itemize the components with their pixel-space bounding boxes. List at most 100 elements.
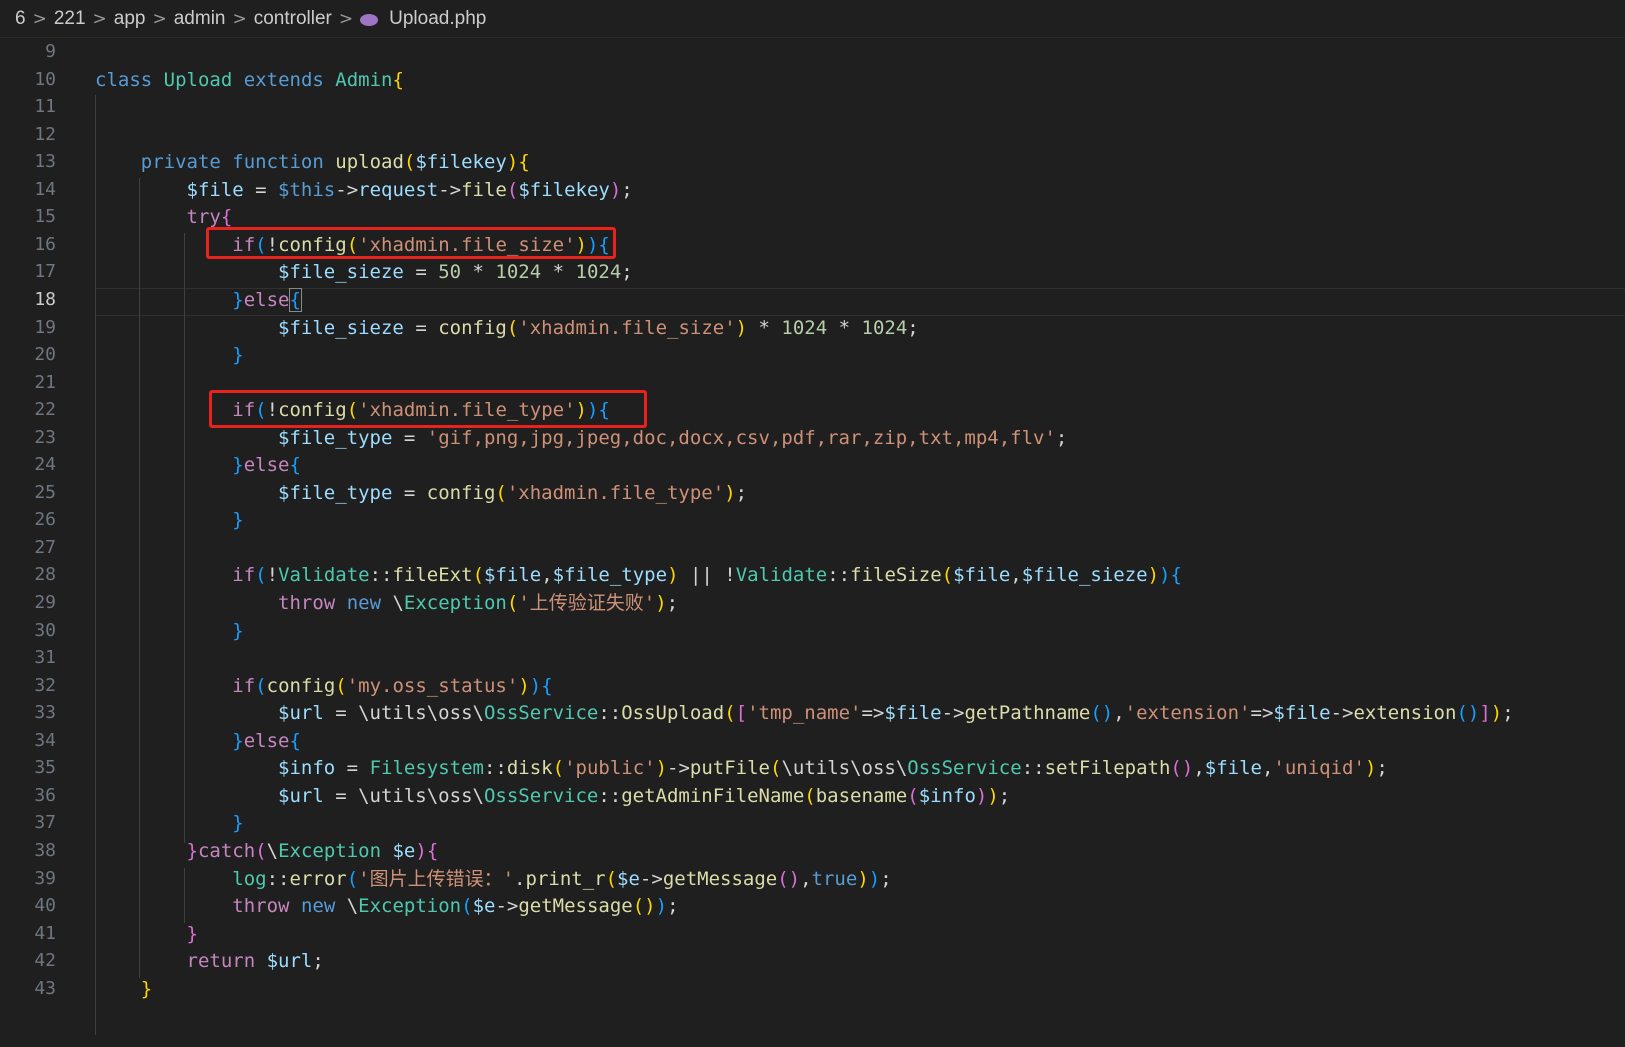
- chevron-right-icon: >: [338, 8, 354, 29]
- code-text[interactable]: if(config('my.oss_status')){: [95, 672, 552, 700]
- code-line[interactable]: 34 }else{: [0, 727, 1625, 755]
- code-token: else: [243, 288, 290, 311]
- code-token: ;: [1502, 702, 1514, 725]
- code-line[interactable]: 20 }: [0, 341, 1625, 369]
- code-token: OssService: [907, 757, 1022, 780]
- code-text[interactable]: }: [95, 341, 243, 369]
- code-token: ::: [266, 867, 290, 890]
- code-line[interactable]: 28 if(!Validate::fileExt($file,$file_typ…: [0, 561, 1625, 589]
- code-line[interactable]: 37 }: [0, 809, 1625, 837]
- code-line[interactable]: 9: [0, 38, 1625, 66]
- code-token: try: [186, 206, 221, 229]
- breadcrumb-item-0[interactable]: 6: [15, 8, 26, 30]
- code-token: (): [632, 895, 656, 918]
- code-text[interactable]: $url = \utils\oss\OssService::getAdminFi…: [95, 782, 1010, 810]
- code-line[interactable]: 24 }else{: [0, 451, 1625, 479]
- code-line[interactable]: 10 class Upload extends Admin{: [0, 66, 1625, 94]
- code-text[interactable]: if(!Validate::fileExt($file,$file_type) …: [95, 561, 1182, 589]
- code-line[interactable]: 27: [0, 534, 1625, 562]
- code-token: ): [518, 674, 530, 697]
- breadcrumb-item-2[interactable]: app: [114, 8, 146, 30]
- code-text[interactable]: throw new \Exception('上传验证失败');: [95, 589, 678, 617]
- code-line[interactable]: 31: [0, 644, 1625, 672]
- code-token: 'extension': [1124, 702, 1251, 725]
- code-text[interactable]: }catch(\Exception $e){: [95, 837, 439, 865]
- code-token: {: [288, 287, 302, 312]
- code-editor[interactable]: 6 > 221 > app > admin > controller > Upl…: [0, 0, 1625, 1047]
- code-token: config: [426, 481, 496, 504]
- breadcrumb-item-4[interactable]: controller: [254, 8, 332, 30]
- code-token: $file: [1204, 757, 1262, 780]
- code-line[interactable]: 42 return $url;: [0, 947, 1625, 975]
- line-number: 26: [34, 509, 56, 531]
- breadcrumb-item-1[interactable]: 221: [54, 8, 86, 30]
- code-text[interactable]: private function upload($filekey){: [95, 148, 530, 176]
- code-token: class: [95, 68, 153, 91]
- code-line[interactable]: 33 $url = \utils\oss\OssService::OssUplo…: [0, 699, 1625, 727]
- code-text[interactable]: }: [95, 975, 152, 1003]
- code-line[interactable]: 17 $file_sieze = 50 * 1024 * 1024;: [0, 258, 1625, 286]
- code-line[interactable]: 26 }: [0, 506, 1625, 534]
- code-text[interactable]: return $url;: [95, 947, 324, 975]
- code-line[interactable]: 43 }: [0, 975, 1625, 1003]
- code-line[interactable]: 41 }: [0, 920, 1625, 948]
- code-token: [: [735, 702, 748, 725]
- code-line[interactable]: 13 private function upload($filekey){: [0, 148, 1625, 176]
- code-token: $file: [484, 564, 542, 587]
- line-number: 14: [34, 178, 56, 200]
- code-text[interactable]: $file_sieze = config('xhadmin.file_size'…: [95, 314, 919, 342]
- code-text[interactable]: }else{: [95, 727, 301, 755]
- code-line[interactable]: 11: [0, 93, 1625, 121]
- code-token: ): [655, 757, 668, 780]
- code-token: config: [438, 316, 507, 339]
- code-token: $file: [1273, 702, 1331, 725]
- code-token: = \utils\oss\: [323, 702, 484, 725]
- code-token: ->: [495, 895, 519, 918]
- breadcrumb-item-3[interactable]: admin: [174, 8, 226, 30]
- code-text[interactable]: log::error('图片上传错误：'.print_r($e->getMess…: [95, 865, 891, 893]
- code-line[interactable]: 39 log::error('图片上传错误：'.print_r($e->getM…: [0, 865, 1625, 893]
- code-token: ;: [1055, 426, 1068, 449]
- code-line[interactable]: 38 }catch(\Exception $e){: [0, 837, 1625, 865]
- code-line[interactable]: 18 }else{: [0, 286, 1625, 314]
- code-line[interactable]: 25 $file_type = config('xhadmin.file_typ…: [0, 479, 1625, 507]
- code-token: (: [255, 839, 267, 862]
- code-text[interactable]: $file_type = config('xhadmin.file_type')…: [95, 479, 747, 507]
- code-text[interactable]: $info = Filesystem::disk('public')->putF…: [95, 754, 1388, 782]
- code-token: ): [735, 316, 748, 339]
- code-line[interactable]: 40 throw new \Exception($e->getMessage()…: [0, 892, 1625, 920]
- code-line[interactable]: 36 $url = \utils\oss\OssService::getAdmi…: [0, 782, 1625, 810]
- code-token: =: [243, 178, 279, 201]
- php-elephant-icon: [360, 13, 379, 26]
- code-line[interactable]: 19 $file_sieze = config('xhadmin.file_si…: [0, 314, 1625, 342]
- code-line[interactable]: 14 $file = $this->request->file($filekey…: [0, 176, 1625, 204]
- code-line[interactable]: 29 throw new \Exception('上传验证失败');: [0, 589, 1625, 617]
- code-line[interactable]: 30 }: [0, 617, 1625, 645]
- breadcrumb-file[interactable]: Upload.php: [389, 8, 486, 30]
- code-text[interactable]: $file = $this->request->file($filekey);: [95, 176, 633, 204]
- code-text[interactable]: }: [95, 506, 243, 534]
- code-text[interactable]: }else{: [95, 451, 301, 479]
- code-text[interactable]: $file_sieze = 50 * 1024 * 1024;: [95, 258, 633, 286]
- code-token: ->: [667, 757, 690, 780]
- code-token: 'xhadmin.file_type': [506, 481, 725, 504]
- line-number: 16: [34, 233, 56, 255]
- line-number: 36: [34, 784, 56, 806]
- code-text[interactable]: }else{: [95, 286, 302, 314]
- code-token: }: [232, 619, 244, 642]
- code-text[interactable]: }: [95, 809, 243, 837]
- code-token: ): [975, 784, 988, 807]
- code-text[interactable]: $url = \utils\oss\OssService::OssUpload(…: [95, 699, 1514, 727]
- code-token: OssService: [483, 784, 599, 807]
- code-text[interactable]: class Upload extends Admin{: [95, 66, 404, 94]
- code-text[interactable]: }: [95, 920, 198, 948]
- code-line[interactable]: 35 $info = Filesystem::disk('public')->p…: [0, 754, 1625, 782]
- code-text[interactable]: }: [95, 617, 244, 645]
- code-text[interactable]: throw new \Exception($e->getMessage());: [95, 892, 678, 920]
- code-line[interactable]: 12: [0, 121, 1625, 149]
- code-token: request: [358, 178, 439, 201]
- code-line[interactable]: 32 if(config('my.oss_status')){: [0, 672, 1625, 700]
